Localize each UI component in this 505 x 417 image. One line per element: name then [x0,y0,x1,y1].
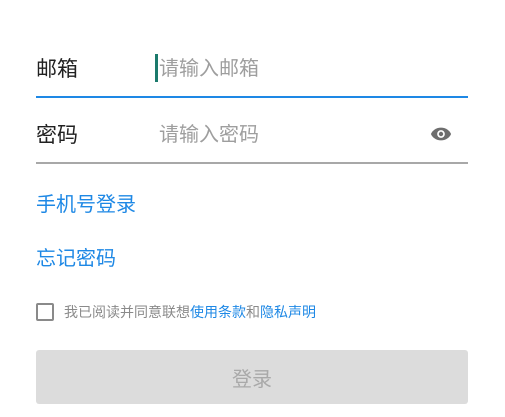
privacy-link[interactable]: 隐私声明 [260,302,316,322]
password-label: 密码 [36,123,78,147]
login-button[interactable]: 登录 [36,350,468,404]
agreement-row: 我已阅读并同意联想 使用条款 和 隐私声明 [36,302,316,322]
phone-login-link[interactable]: 手机号登录 [36,191,136,217]
email-label: 邮箱 [36,57,78,81]
forgot-password-link[interactable]: 忘记密码 [36,245,116,271]
password-input[interactable] [156,116,409,152]
agreement-checkbox[interactable] [36,303,54,321]
agreement-prefix: 我已阅读并同意联想 [64,305,190,321]
agreement-and: 和 [246,305,260,321]
terms-link[interactable]: 使用条款 [190,302,246,322]
eye-icon[interactable] [430,125,452,143]
login-form: 邮箱 密码 手机号登录 忘记密码 我已阅读并同意联想 使用条款 和 隐私声明 登… [0,0,505,417]
email-input[interactable] [156,50,409,86]
email-row: 邮箱 [36,40,468,98]
password-row: 密码 [36,106,468,164]
